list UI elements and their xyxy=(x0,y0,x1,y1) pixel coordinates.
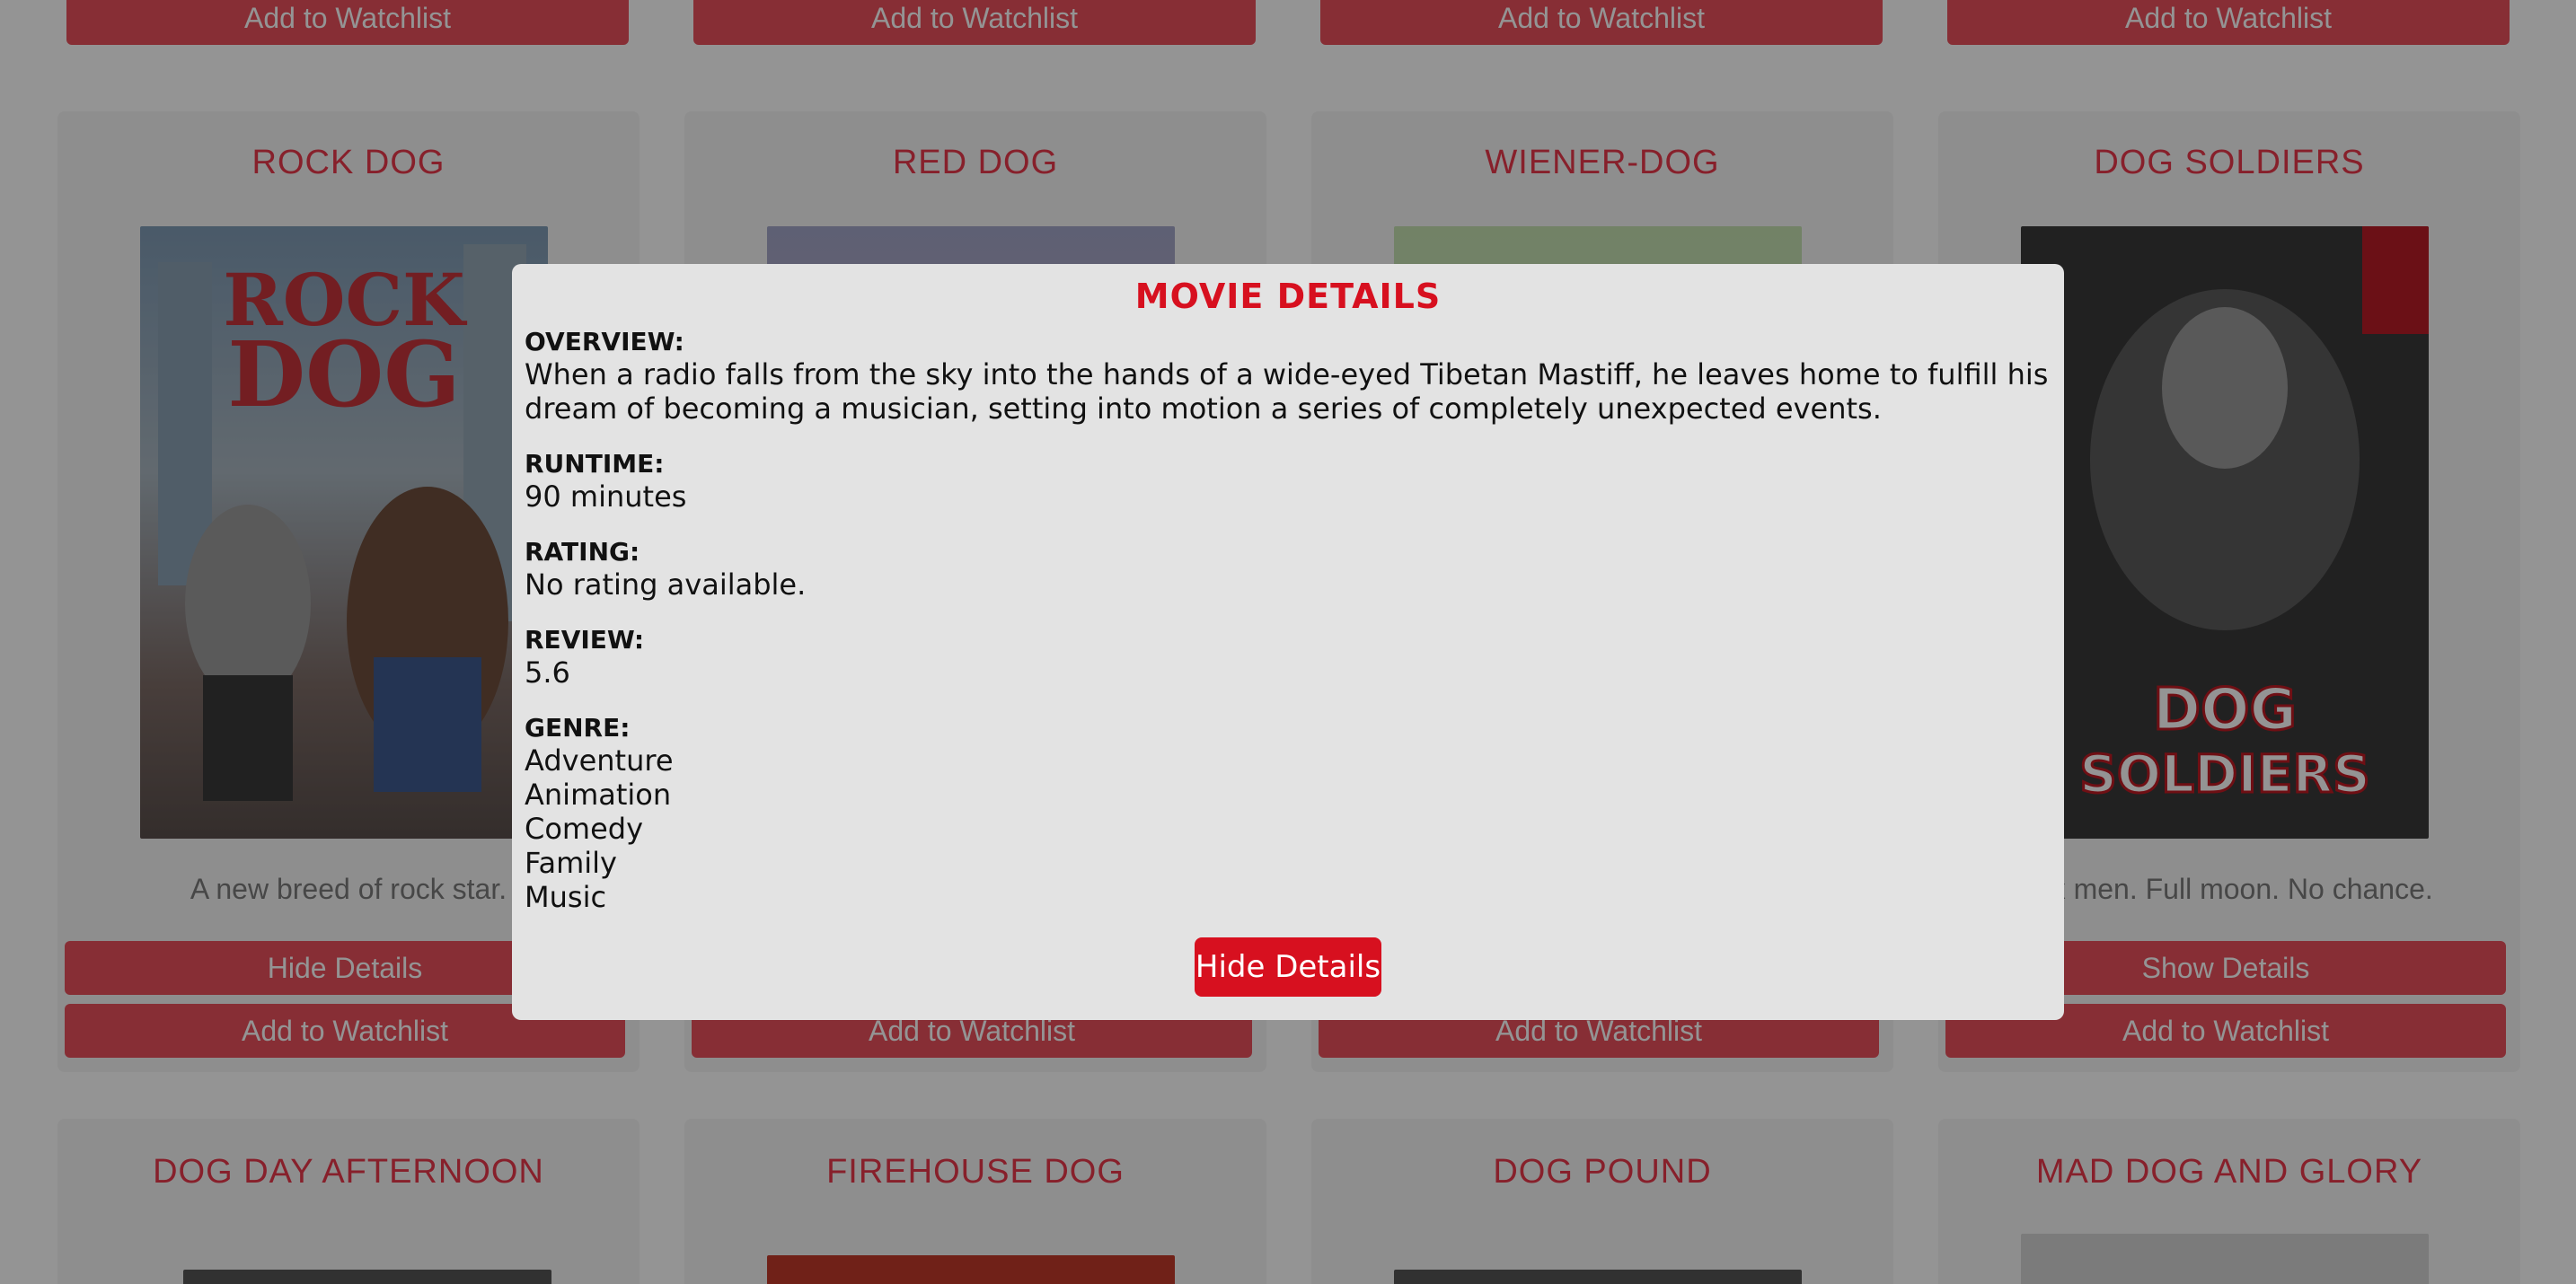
genre-item: Family xyxy=(525,846,617,880)
genre-item: Comedy xyxy=(525,812,644,846)
review-label: REVIEW: xyxy=(525,625,645,655)
page: Add to Watchlist Add to Watchlist Add to… xyxy=(0,0,2576,1284)
overview-text: When a radio falls from the sky into the… xyxy=(525,357,2049,426)
hide-details-button[interactable]: Hide Details xyxy=(1195,937,1381,997)
genre-label: GENRE: xyxy=(525,713,631,743)
genre-item: Adventure xyxy=(525,743,674,778)
review-section: REVIEW: 5.6 xyxy=(525,625,2051,690)
movie-details-modal: MOVIE DETAILS OVERVIEW: When a radio fal… xyxy=(512,264,2064,1020)
review-value: 5.6 xyxy=(525,655,570,690)
rating-section: RATING: No rating available. xyxy=(525,537,2051,602)
runtime-value: 90 minutes xyxy=(525,479,687,514)
overview-label: OVERVIEW: xyxy=(525,327,684,356)
runtime-section: RUNTIME: 90 minutes xyxy=(525,449,2051,514)
genre-item: Music xyxy=(525,880,607,914)
overview-section: OVERVIEW: When a radio falls from the sk… xyxy=(525,327,2051,426)
runtime-label: RUNTIME: xyxy=(525,449,665,479)
genre-item: Animation xyxy=(525,778,672,812)
genre-section: GENRE: Adventure Animation Comedy Family… xyxy=(525,713,2051,914)
rating-value: No rating available. xyxy=(525,567,807,602)
rating-label: RATING: xyxy=(525,537,640,567)
modal-title: MOVIE DETAILS xyxy=(1134,277,1442,316)
